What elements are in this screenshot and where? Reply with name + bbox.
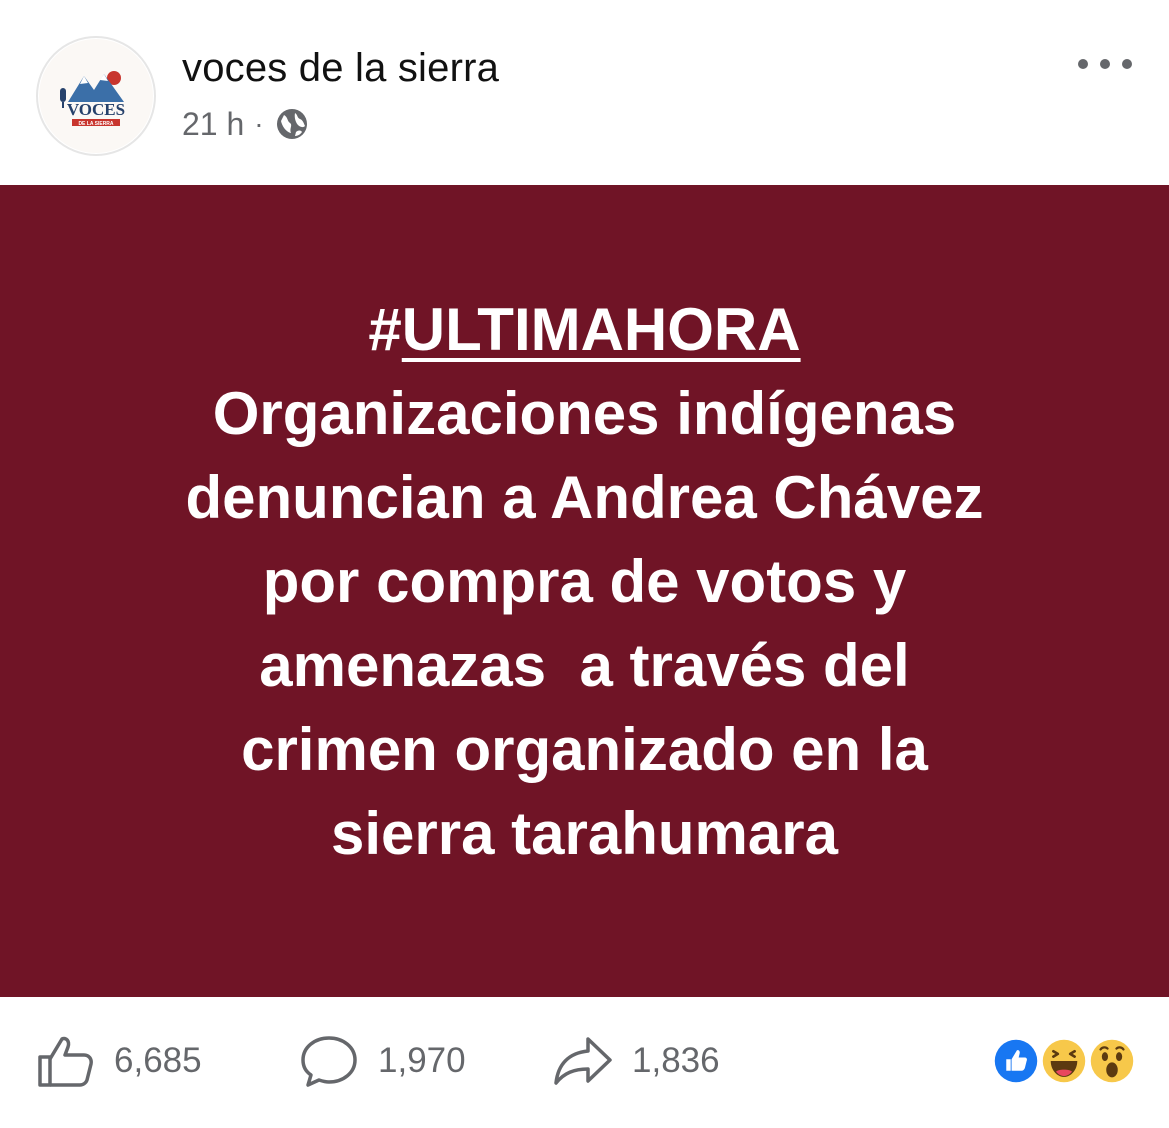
- like-button[interactable]: 6,685: [36, 1033, 202, 1089]
- shares-count: 1,836: [632, 1041, 720, 1080]
- reactions-summary[interactable]: [990, 1035, 1140, 1087]
- post-time[interactable]: 21 h: [182, 106, 244, 143]
- more-dot: [1078, 59, 1088, 69]
- page-avatar[interactable]: VOCES DE LA SIERRA: [36, 36, 156, 156]
- globe-icon[interactable]: [274, 106, 310, 142]
- more-dot: [1100, 59, 1110, 69]
- share-button[interactable]: 1,836: [552, 1033, 720, 1089]
- thumbs-up-icon: [38, 1036, 93, 1087]
- like-reaction-icon: [990, 1035, 1042, 1087]
- wow-reaction-icon: [1086, 1035, 1138, 1087]
- post-engagement-bar: 6,685 1,970 1,836: [0, 997, 1169, 1128]
- post-image-banner[interactable]: #ULTIMAHORA Organizaciones indígenas den…: [0, 185, 1169, 997]
- post-meta: 21 h ·: [182, 104, 310, 144]
- headline-line: por compra de votos y: [262, 548, 907, 615]
- banner-headline: #ULTIMAHORA Organizaciones indígenas den…: [186, 288, 984, 876]
- comment-button[interactable]: 1,970: [298, 1033, 466, 1089]
- headline-line: amenazas a través del: [259, 632, 910, 699]
- hashtag-symbol: #: [368, 296, 402, 363]
- haha-reaction-icon: [1038, 1035, 1090, 1087]
- voces-logo-icon: VOCES DE LA SIERRA: [39, 39, 153, 153]
- hashtag-line: #ULTIMAHORA: [186, 288, 984, 372]
- share-arrow-icon: [554, 1037, 612, 1085]
- headline-line: denuncian a Andrea Chávez: [185, 464, 984, 531]
- meta-separator: ·: [254, 108, 264, 139]
- hashtag-word: ULTIMAHORA: [401, 296, 801, 363]
- page-name-link[interactable]: voces de la sierra: [182, 46, 499, 91]
- comments-count: 1,970: [378, 1041, 466, 1080]
- more-options-icon[interactable]: [1078, 52, 1132, 76]
- headline-line: sierra tarahumara: [331, 800, 838, 867]
- comment-bubble-icon: [301, 1036, 357, 1087]
- headline-line: crimen organizado en la: [241, 716, 928, 783]
- headline-line: Organizaciones indígenas: [212, 380, 957, 447]
- more-dot: [1122, 59, 1132, 69]
- likes-count: 6,685: [114, 1041, 202, 1080]
- post-header: VOCES DE LA SIERRA voces de la sierra 21…: [0, 0, 1169, 185]
- logo-subtext: DE LA SIERRA: [78, 121, 113, 127]
- logo-text: VOCES: [67, 100, 125, 119]
